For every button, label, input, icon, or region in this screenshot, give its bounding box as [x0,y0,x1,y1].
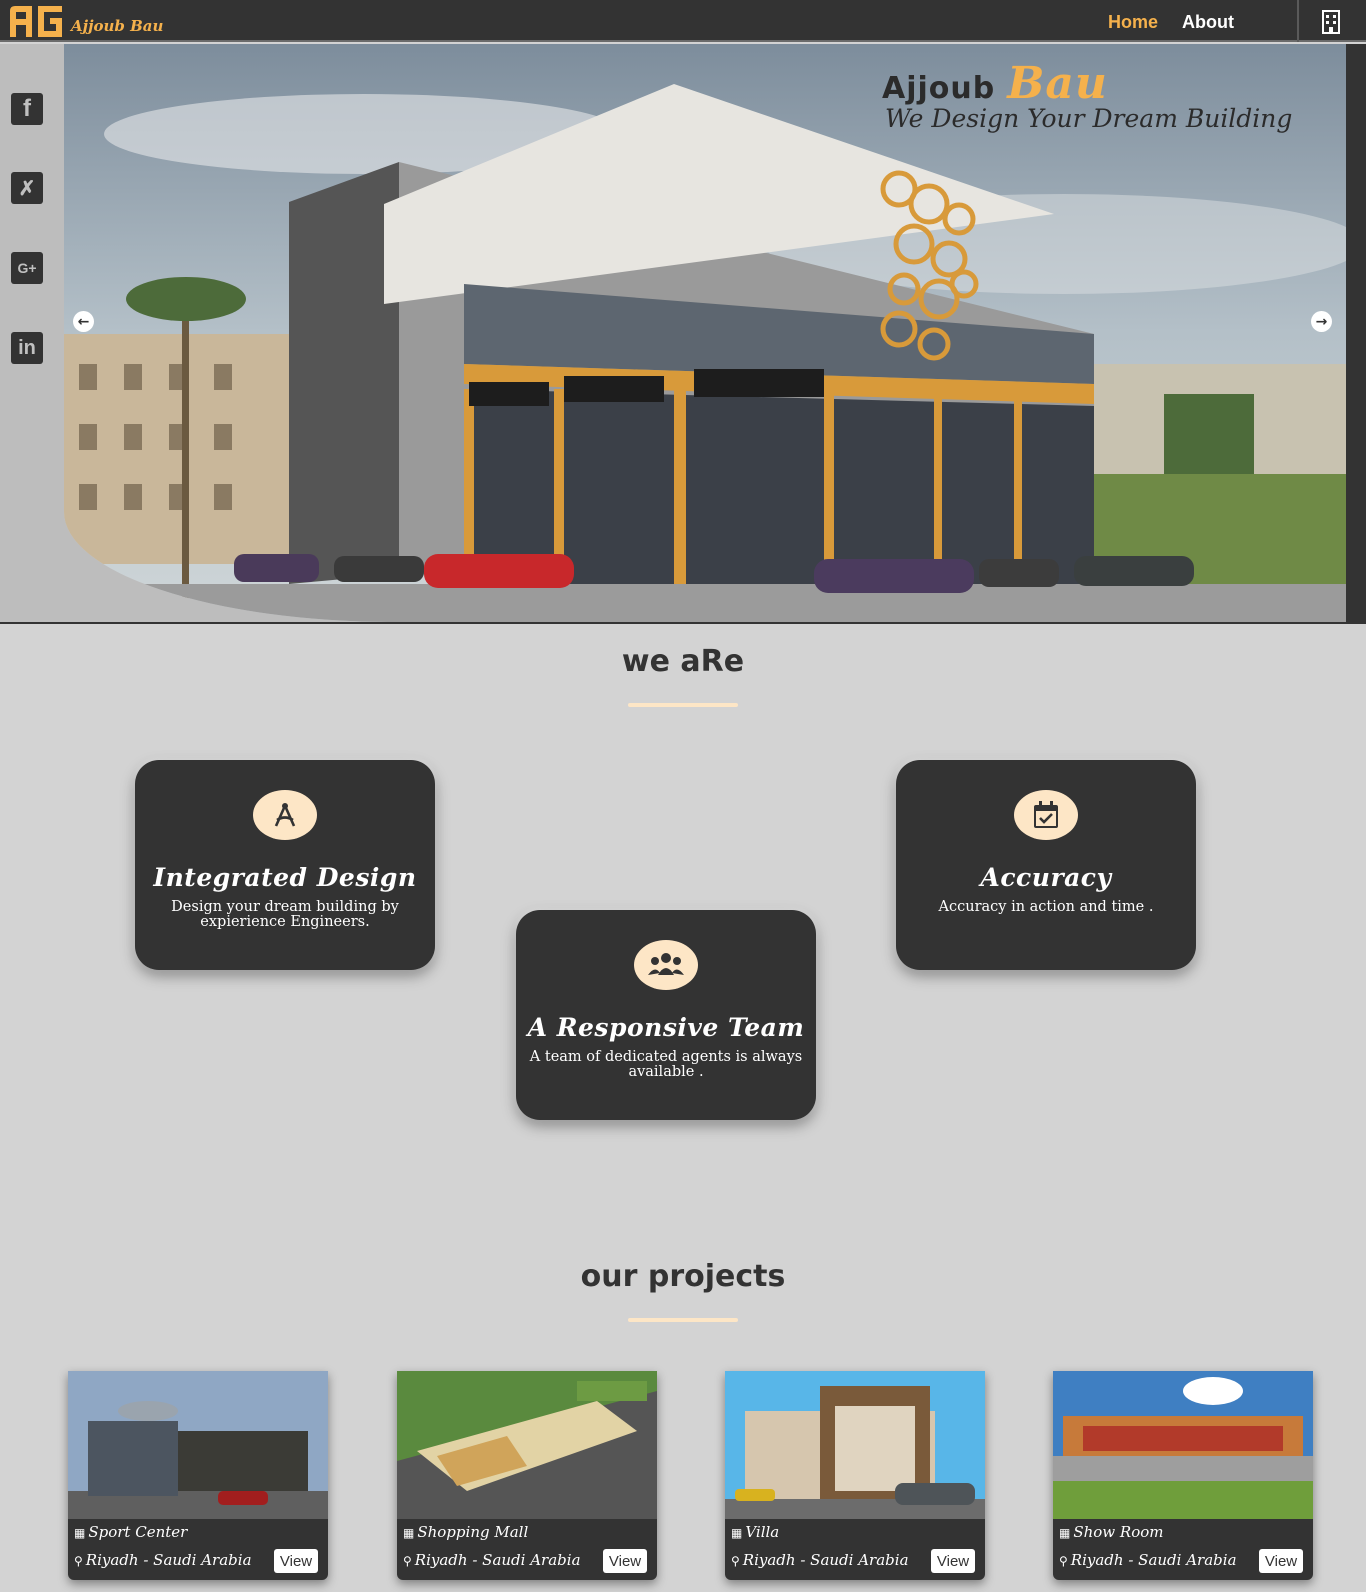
linkedin-icon[interactable]: in [11,332,43,364]
feature-card-accuracy: Accuracy Accuracy in action and time . [896,760,1196,970]
card-text: A team of dedicated agents is always ava… [529,1049,803,1080]
project-image[interactable] [1053,1371,1313,1519]
project-name: ▦ Villa [731,1523,780,1541]
card-title: Accuracy [980,863,1112,892]
view-button[interactable]: View [274,1549,318,1573]
nav-link-home[interactable]: Home [1108,12,1158,33]
projects-underline [628,1318,738,1322]
project-card-show-room: ▦ Show Room ⚲ Riyadh - Saudi Arabia View [1053,1371,1313,1580]
feature-card-integrated-design: Integrated Design Design your dream buil… [135,760,435,970]
navbar: Ajjoub Bau Home About [0,0,1366,42]
project-name: ▦ Shopping Mall [403,1523,529,1541]
arrow-right-icon[interactable]: → [1311,311,1332,332]
project-location: ⚲ Riyadh - Saudi Arabia [731,1551,909,1569]
hero-brand-main: Ajjoub [882,71,996,106]
building-icon: ▦ [1059,1526,1071,1540]
compass-drafting-icon [253,790,317,840]
view-button[interactable]: View [603,1549,647,1573]
company-logo[interactable] [8,3,64,39]
project-location: ⚲ Riyadh - Saudi Arabia [1059,1551,1237,1569]
building-icon: ▦ [731,1526,743,1540]
view-button[interactable]: View [1259,1549,1303,1573]
hero-brand-accent: Bau [1007,58,1108,109]
logo-text[interactable]: Ajjoub Bau [71,17,163,35]
project-image[interactable] [68,1371,328,1519]
project-name: ▦ Show Room [1059,1523,1164,1541]
card-text: Design your dream building by expierienc… [171,899,399,930]
we-are-underline [628,703,738,707]
card-title: A Responsive Team [527,1013,805,1042]
calendar-check-icon [1014,790,1078,840]
project-location: ⚲ Riyadh - Saudi Arabia [403,1551,581,1569]
project-image[interactable] [725,1371,985,1519]
card-title: Integrated Design [153,863,417,892]
arrow-left-icon[interactable]: ← [73,311,94,332]
xing-icon[interactable]: ✗ [11,172,43,204]
map-pin-icon: ⚲ [1059,1554,1068,1568]
users-icon [634,940,698,990]
project-card-shopping-mall: ▦ Shopping Mall ⚲ Riyadh - Saudi Arabia Vi… [397,1371,657,1580]
feature-card-responsive-team: A Responsive Team A team of dedicated ag… [516,910,816,1120]
map-pin-icon: ⚲ [74,1554,83,1568]
map-pin-icon: ⚲ [403,1554,412,1568]
we-are-title: we aRe [621,644,745,679]
hero-bottom-line [0,622,1366,624]
nav-link-about[interactable]: About [1182,12,1234,33]
project-location: ⚲ Riyadh - Saudi Arabia [74,1551,252,1569]
project-card-sport-center: ▦ Sport Center ⚲ Riyadh - Saudi Arabia Vie… [68,1371,328,1580]
hero-slogan: We Design Your Dream Building [885,104,1293,133]
project-card-villa: ▦ Villa ⚲ Riyadh - Saudi Arabia View [725,1371,985,1580]
project-image[interactable] [397,1371,657,1519]
projects-title: our projects [580,1259,786,1294]
building-icon: ▦ [403,1526,415,1540]
hero-brand: Ajjoub Bau [882,58,1108,109]
hero-right-bar [1346,44,1366,622]
project-name: ▦ Sport Center [74,1523,188,1541]
building-icon: ▦ [74,1526,86,1540]
card-text: Accuracy in action and time . [938,899,1154,915]
building-icon[interactable] [1320,10,1342,34]
nav-divider [1297,0,1299,42]
google-plus-icon[interactable]: G+ [11,252,43,284]
map-pin-icon: ⚲ [731,1554,740,1568]
view-button[interactable]: View [931,1549,975,1573]
facebook-icon[interactable]: f [11,93,43,125]
